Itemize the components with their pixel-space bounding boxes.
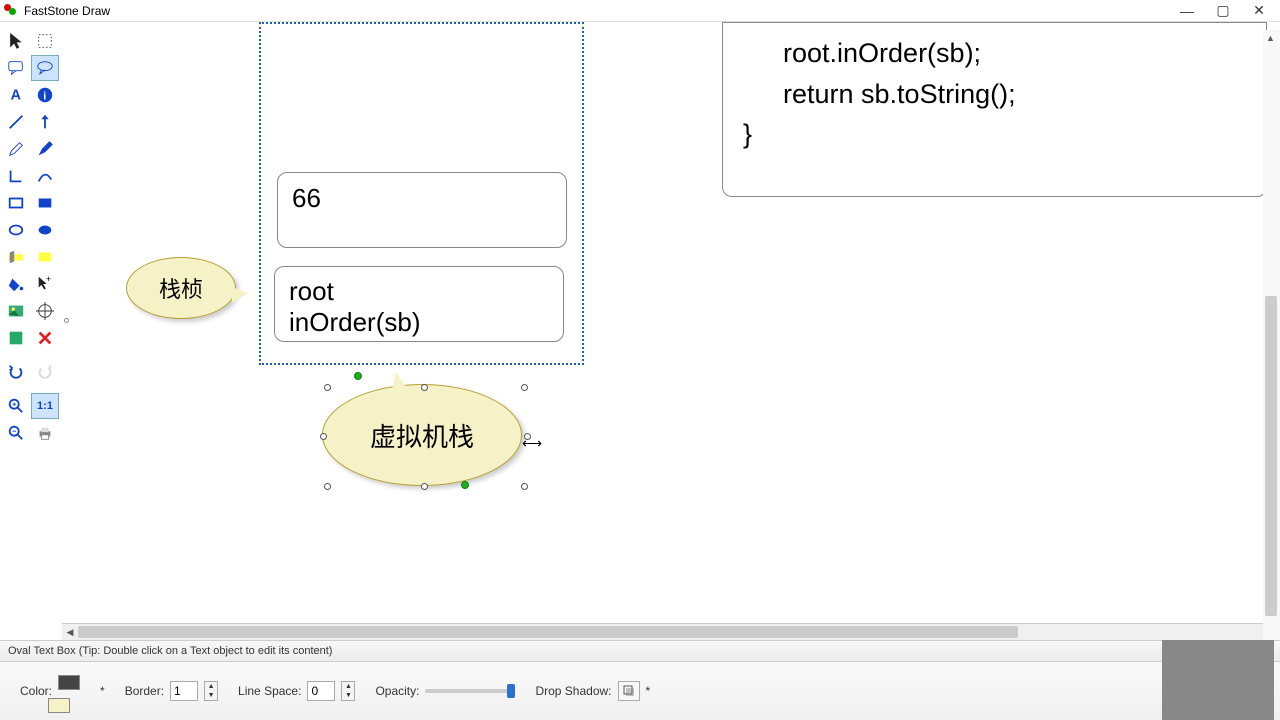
scroll-left-arrow[interactable]: ◀ xyxy=(62,625,78,640)
vertical-scrollbar[interactable]: ▲ xyxy=(1263,30,1280,640)
angle-line-tool[interactable] xyxy=(2,163,30,189)
marquee-tool[interactable] xyxy=(31,28,59,54)
shadow-dropdown[interactable] xyxy=(618,681,640,701)
scroll-thumb[interactable] xyxy=(78,626,1018,638)
border-group: Border: ▲▼ xyxy=(125,681,218,701)
opacity-label: Opacity: xyxy=(375,684,419,698)
shadow-group: Drop Shadow: * xyxy=(535,681,650,701)
minimize-button[interactable]: — xyxy=(1178,2,1196,20)
info-tool[interactable]: i xyxy=(31,82,59,108)
ellipse-outline-tool[interactable] xyxy=(2,217,30,243)
curve-tool[interactable] xyxy=(31,163,59,189)
window-controls: — ▢ ✕ xyxy=(1178,2,1276,20)
rect-callout-tool[interactable] xyxy=(2,55,30,81)
color-menu-star[interactable]: * xyxy=(100,684,105,698)
maximize-button[interactable]: ▢ xyxy=(1214,2,1232,20)
oval-callout-tool[interactable] xyxy=(31,55,59,81)
ellipse-fill-tool[interactable] xyxy=(31,217,59,243)
anchor-handle[interactable] xyxy=(64,318,69,323)
opacity-slider[interactable] xyxy=(425,689,515,693)
svg-text:i: i xyxy=(43,91,46,103)
fill-swatch-tool[interactable] xyxy=(31,244,59,270)
shadow-label: Drop Shadow: xyxy=(535,684,611,698)
border-spinner[interactable]: ▲▼ xyxy=(204,681,218,701)
bubble-text: 虚拟机栈 xyxy=(370,417,474,454)
border-input[interactable] xyxy=(170,681,198,701)
shadow-menu-star[interactable]: * xyxy=(646,684,651,698)
marker-tool[interactable] xyxy=(31,136,59,162)
svg-text:+: + xyxy=(46,275,51,284)
app-title: FastStone Draw xyxy=(24,4,1178,18)
resize-cursor-icon: ⟷ xyxy=(522,435,542,452)
color-group: Color: * xyxy=(20,680,105,702)
linespace-group: Line Space: ▲▼ xyxy=(238,681,355,701)
fill-color-swatch[interactable] xyxy=(48,698,70,713)
card-text: 66 xyxy=(292,183,321,213)
redo-tool[interactable] xyxy=(31,359,59,385)
app-logo-icon xyxy=(4,4,18,18)
zoom-actual-tool[interactable]: 1:1 xyxy=(31,393,59,419)
scroll-up-arrow[interactable]: ▲ xyxy=(1263,30,1278,46)
card-text: root xyxy=(289,276,334,306)
resize-handle[interactable] xyxy=(521,483,528,490)
select-tool[interactable] xyxy=(2,28,30,54)
cursor-add-tool[interactable]: + xyxy=(31,271,59,297)
webcam-overlay xyxy=(1162,640,1274,720)
arrow-tool[interactable] xyxy=(31,109,59,135)
resize-handle[interactable] xyxy=(421,384,428,391)
color-label: Color: xyxy=(20,684,52,698)
stroke-color-swatch[interactable] xyxy=(58,675,80,690)
code-line: return sb.toString(); xyxy=(743,74,1246,115)
stack-frame-card[interactable]: root inOrder(sb) xyxy=(274,266,564,342)
green-box-tool[interactable] xyxy=(2,325,30,351)
pencil-tool[interactable] xyxy=(2,136,30,162)
linespace-label: Line Space: xyxy=(238,684,301,698)
property-bar: Color: * Border: ▲▼ Line Space: ▲▼ Opaci… xyxy=(0,662,1280,720)
resize-handle[interactable] xyxy=(521,384,528,391)
resize-handle[interactable] xyxy=(421,483,428,490)
code-line: } xyxy=(743,114,1246,155)
code-line: root.inOrder(sb); xyxy=(743,33,1246,74)
callout-bubble-vm-stack[interactable]: 虚拟机栈 xyxy=(322,384,522,486)
rect-fill-tool[interactable] xyxy=(31,190,59,216)
drawing-canvas[interactable]: root.inOrder(sb); return sb.toString(); … xyxy=(62,22,1280,640)
zoom-in-tool[interactable] xyxy=(2,393,30,419)
highlighter-tool[interactable] xyxy=(2,244,30,270)
stack-frame-card[interactable]: 66 xyxy=(277,172,567,248)
text-tool[interactable]: A xyxy=(2,82,30,108)
close-button[interactable]: ✕ xyxy=(1250,2,1268,20)
opacity-group: Opacity: xyxy=(375,684,515,698)
titlebar: FastStone Draw — ▢ ✕ xyxy=(0,0,1280,22)
tail-handle[interactable] xyxy=(461,481,469,489)
print-tool[interactable] xyxy=(31,420,59,446)
bubble-text: 栈桢 xyxy=(159,272,203,304)
code-snippet-box: root.inOrder(sb); return sb.toString(); … xyxy=(722,22,1267,197)
tool-palette: A i + 1:1 xyxy=(0,22,62,640)
resize-handle[interactable] xyxy=(324,483,331,490)
tail-handle[interactable] xyxy=(354,372,362,380)
status-bar: Oval Text Box (Tip: Double click on a Te… xyxy=(0,640,1280,662)
callout-bubble-stack-frame[interactable]: 栈桢 xyxy=(126,257,236,319)
card-text: inOrder(sb) xyxy=(289,307,420,337)
undo-tool[interactable] xyxy=(2,359,30,385)
line-tool[interactable] xyxy=(2,109,30,135)
svg-text:A: A xyxy=(11,88,22,104)
linespace-input[interactable] xyxy=(307,681,335,701)
border-label: Border: xyxy=(125,684,164,698)
resize-handle[interactable] xyxy=(320,433,327,440)
main-area: A i + 1:1 xyxy=(0,22,1280,640)
target-tool[interactable] xyxy=(31,298,59,324)
zoom-out-tool[interactable] xyxy=(2,420,30,446)
image-tool[interactable] xyxy=(2,298,30,324)
linespace-spinner[interactable]: ▲▼ xyxy=(341,681,355,701)
resize-handle[interactable] xyxy=(324,384,331,391)
status-text: Oval Text Box (Tip: Double click on a Te… xyxy=(8,645,332,657)
scroll-thumb[interactable] xyxy=(1265,296,1277,616)
delete-tool[interactable] xyxy=(31,325,59,351)
rect-outline-tool[interactable] xyxy=(2,190,30,216)
bucket-tool[interactable] xyxy=(2,271,30,297)
horizontal-scrollbar[interactable]: ◀ ▶ xyxy=(62,623,1280,640)
